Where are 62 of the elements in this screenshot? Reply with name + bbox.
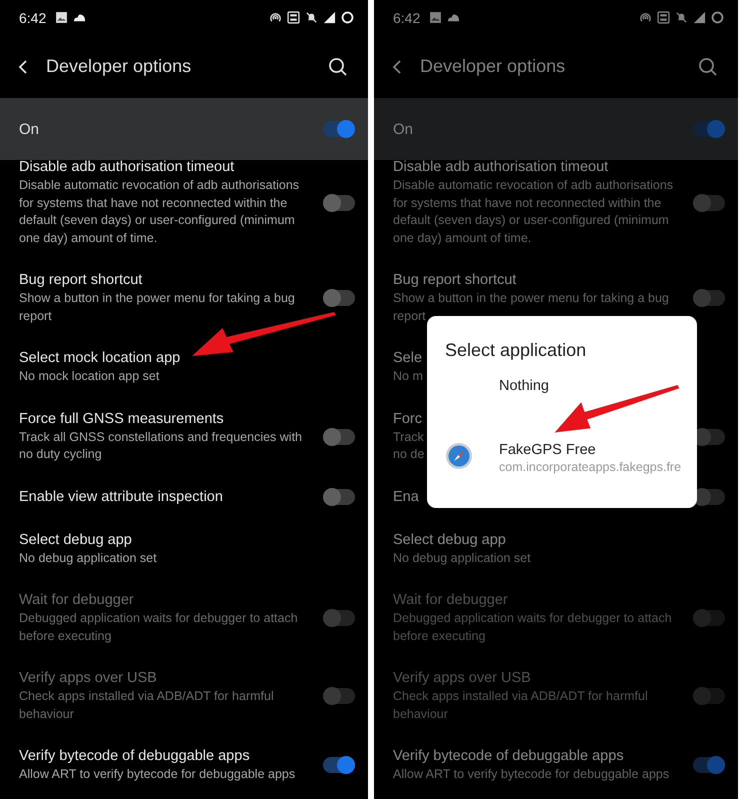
setting-summary: Track no de [393, 428, 424, 463]
screen-title: Developer options [46, 56, 192, 77]
setting-toggle[interactable] [323, 489, 355, 505]
muted-bell-icon [675, 11, 688, 24]
compass-icon [445, 442, 473, 470]
dialog-title: Select application [445, 340, 588, 361]
setting-summary: Show a button in the power menu for taking a bug report [19, 290, 296, 325]
battery-icon [711, 11, 724, 24]
signal-icon [693, 11, 706, 24]
volte-icon [287, 11, 300, 24]
hotspot-icon [269, 11, 282, 24]
image-icon [429, 11, 442, 24]
setting-title[interactable]: Disable adb authorisation timeout [19, 158, 323, 177]
setting-summary: Allow ART to verify bytecode for debuggable apps [393, 766, 670, 783]
setting-summary: No mock location app set [19, 368, 160, 385]
option-label[interactable]: Nothing [499, 377, 549, 395]
back-icon[interactable] [18, 58, 28, 74]
setting-summary: No m [393, 368, 423, 385]
setting-toggle[interactable] [693, 290, 725, 306]
setting-title[interactable]: Force full GNSS measurements [19, 410, 323, 428]
setting-summary: No debug application set [19, 550, 157, 567]
setting-summary: Check apps installed via ADB/ADT for harmful behaviour [19, 688, 275, 722]
setting-title[interactable]: Select debug app [393, 530, 725, 550]
status-time: 6:42 [19, 10, 46, 26]
setting-summary: Show a button in the power menu for taking a bug report [393, 290, 670, 325]
hotspot-icon [639, 11, 652, 24]
setting-summary: Disable automatic revocation of adb authorisations for systems that have not reconnected within the default (seven days) or user-configured (minimum one day) amount of time. [19, 177, 300, 247]
master-switch-label: On [19, 120, 40, 138]
setting-summary: Allow ART to verify bytecode for debuggable apps [19, 766, 296, 783]
master-toggle[interactable] [323, 121, 355, 137]
status-time: 6:42 [393, 10, 420, 26]
setting-title[interactable]: Verify bytecode of debuggable apps [393, 747, 693, 766]
setting-summary: Check apps installed via ADB/ADT for harmful behaviour [393, 688, 649, 722]
setting-title[interactable]: Select mock location app [19, 349, 355, 368]
setting-summary: Debugged application waits for debugger to attach before executing [19, 610, 299, 645]
setting-summary: Debugged application waits for debugger to attach before executing [393, 610, 673, 645]
setting-toggle[interactable] [693, 194, 725, 210]
setting-toggle[interactable] [693, 757, 725, 774]
setting-summary: Disable automatic revocation of adb authorisations for systems that have not reconnected within the default (seven days) or user-configured (minimum one day) amount of time. [393, 177, 674, 247]
setting-summary: No debug application set [393, 550, 531, 567]
image-icon [55, 11, 68, 24]
master-toggle[interactable] [693, 121, 725, 137]
setting-title[interactable]: Disable adb authorisation timeout [393, 158, 693, 177]
setting-toggle[interactable] [323, 757, 355, 774]
setting-toggle[interactable] [323, 290, 355, 306]
setting-title[interactable]: Select debug app [19, 530, 355, 550]
setting-title[interactable]: Enable view attribute inspection [19, 488, 323, 506]
muted-bell-icon [305, 11, 318, 24]
setting-title[interactable]: Verify bytecode of debuggable apps [19, 747, 323, 766]
setting-title[interactable]: Bug report shortcut [393, 271, 693, 290]
setting-summary: Track all GNSS constellations and frequencies with no duty cycling [19, 428, 304, 463]
signal-icon [323, 11, 336, 24]
search-icon[interactable] [328, 56, 348, 76]
package-name: com.incorporateapps.fakegps.fre [499, 459, 682, 476]
screen-title: Developer options [420, 56, 566, 77]
option-label[interactable]: FakeGPS Free [499, 441, 685, 459]
battery-icon [341, 11, 354, 24]
setting-toggle[interactable] [323, 194, 355, 210]
master-switch-label: On [393, 120, 414, 138]
volte-icon [657, 11, 670, 24]
setting-toggle[interactable] [323, 428, 355, 444]
setting-title[interactable]: Bug report shortcut [19, 271, 323, 290]
